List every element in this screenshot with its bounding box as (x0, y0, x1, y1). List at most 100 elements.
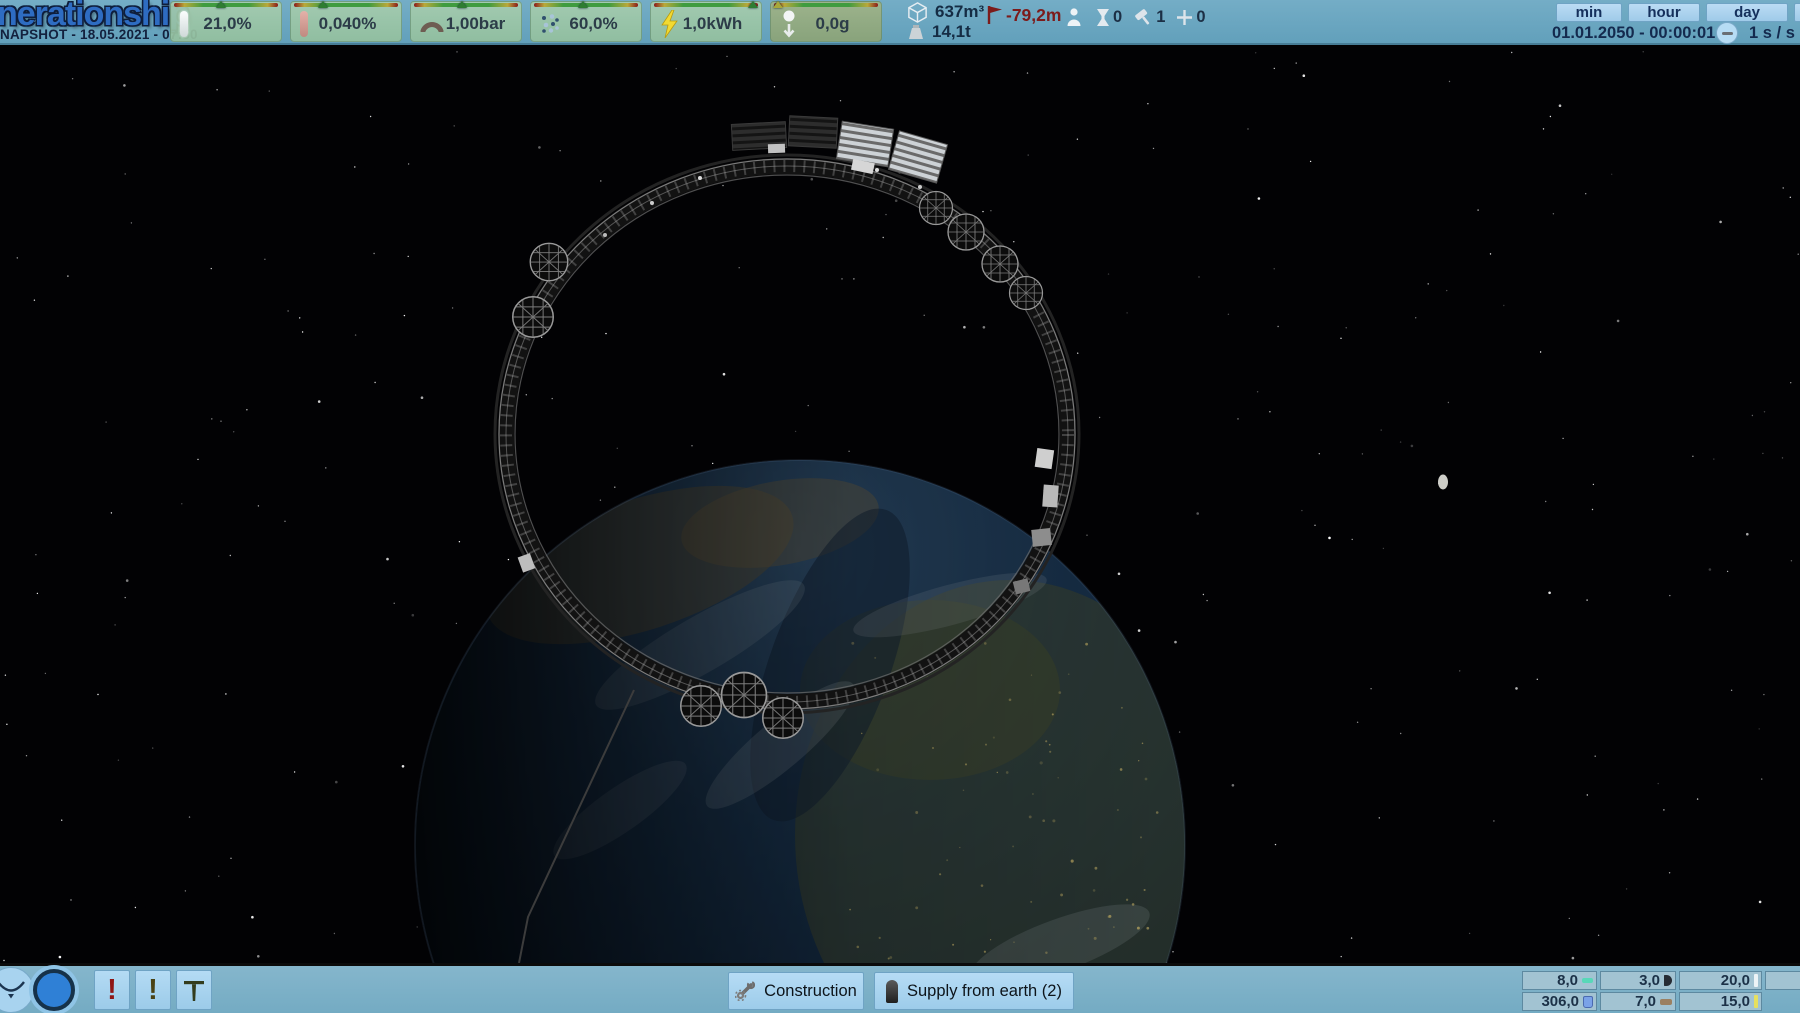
yellow-bar-icon (1754, 995, 1758, 1008)
ring-view-button[interactable] (33, 969, 75, 1011)
builders-count: 1 (1156, 8, 1165, 27)
hourglass-icon (1096, 8, 1110, 27)
critical-alert-button[interactable]: ! (94, 970, 130, 1010)
resource-soil-value: 7,0 (1635, 993, 1656, 1010)
life-support-tiles: 21,0% 0,040% 1,00bar (170, 1, 882, 42)
red-exclamation-icon: ! (107, 976, 117, 1005)
resource-seeds-value: 3,0 (1639, 972, 1660, 989)
platform-button[interactable] (176, 970, 212, 1010)
hammer-icon (1133, 8, 1153, 27)
table-icon (182, 977, 206, 1003)
alert-buttons: ! ! (94, 970, 212, 1010)
co2-tile[interactable]: 0,040% (290, 1, 402, 42)
resource-oxygen-value: 20,0 (1721, 972, 1750, 989)
game-screen: nerationship NAPSHOT - 18.05.2021 - 07:5… (0, 0, 1800, 1013)
gravity-range-bar (774, 3, 878, 7)
white-bar-icon (1754, 974, 1758, 987)
resource-panel: 8,0 3,0 20,0 306,0 7,0 15,0 (1522, 971, 1800, 1011)
co2-range-bar (294, 3, 398, 7)
gravity-value: 0,0g (798, 14, 867, 34)
time-scale-min-button[interactable]: min (1556, 3, 1622, 22)
resource-soil: 7,0 (1600, 992, 1676, 1011)
pressure-gauge-icon (420, 16, 444, 32)
energy-value: 1,0kWh (678, 14, 747, 34)
pressure-marker (457, 1, 467, 8)
humidity-range-bar (534, 3, 638, 7)
soil-bar-icon (1660, 999, 1672, 1005)
food-bar-icon (1582, 978, 1593, 983)
warning-alert-button[interactable]: ! (135, 970, 171, 1010)
supply-capsule-icon (886, 980, 898, 1003)
construction-tools-icon (735, 981, 755, 1001)
cargo-cube-icon (906, 1, 929, 24)
pressure-range-bar (414, 3, 518, 7)
cargo-volume-value: 637m³ (935, 2, 984, 22)
gravity-marker (773, 1, 783, 8)
pause-dash-icon (1722, 32, 1733, 35)
game-speed: 1 s / s (1749, 24, 1795, 43)
crew-stat-waiting: 0 (1096, 8, 1122, 27)
plus-icon (1176, 9, 1193, 26)
oxygen-tile[interactable]: 21,0% (170, 1, 282, 42)
pause-button[interactable] (1716, 22, 1738, 44)
gravity-tile[interactable]: 0,0g (770, 1, 882, 42)
crew-stats: 0 1 0 (1066, 7, 1206, 27)
pressure-tile[interactable]: 1,00bar (410, 1, 522, 42)
resource-oxygen-tank: 20,0 (1679, 971, 1762, 990)
co2-capsule-icon (300, 11, 308, 37)
supply-label: Supply from earth (2) (907, 982, 1062, 1001)
seed-icon (1664, 975, 1672, 986)
humidity-droplets-icon (540, 14, 560, 34)
energy-bolt-icon (660, 10, 678, 38)
cargo-stats: 637m³ 14,1t (906, 2, 984, 42)
energy-marker (748, 1, 758, 8)
cargo-mass-value: 14,1t (932, 22, 971, 42)
person-icon (1066, 7, 1082, 27)
humidity-marker (578, 1, 588, 8)
humidity-tile[interactable]: 60,0% (530, 1, 642, 42)
pressure-value: 1,00bar (444, 14, 507, 34)
humidity-value: 60,0% (560, 14, 627, 34)
energy-tile[interactable]: 1,0kWh (650, 1, 762, 42)
snapshot-version-label: NAPSHOT - 18.05.2021 - 07:50 (0, 27, 198, 42)
time-scale-month-button[interactable]: month (1794, 3, 1800, 22)
resource-fuel-value: 15,0 (1721, 993, 1750, 1010)
supply-from-earth-button[interactable]: Supply from earth (2) (874, 972, 1074, 1010)
resource-seeds: 3,0 (1600, 971, 1676, 990)
crew-stat-builders: 1 (1133, 8, 1165, 27)
oxygen-marker (216, 1, 226, 8)
cargo-weight-icon (906, 24, 926, 40)
orbit-arc-icon (0, 974, 28, 1006)
crew-stat-person (1066, 7, 1085, 27)
co2-marker (318, 1, 328, 8)
growth-count: 0 (1196, 8, 1205, 27)
energy-range-bar (654, 3, 758, 7)
olive-exclamation-icon: ! (148, 976, 158, 1005)
construction-label: Construction (764, 982, 857, 1001)
altitude-indicator: -79,2m (986, 4, 1061, 26)
moon (1438, 475, 1448, 490)
oxygen-range-bar (174, 3, 278, 7)
resource-food-value: 8,0 (1557, 972, 1578, 989)
gravity-ball-icon (780, 10, 798, 38)
crew-stat-growth: 0 (1176, 8, 1205, 27)
time-scale-day-button[interactable]: day (1706, 3, 1788, 22)
oxygen-value: 21,0% (188, 14, 267, 34)
resource-food: 8,0 (1522, 971, 1597, 990)
orbit-view-button[interactable] (0, 967, 34, 1013)
resource-water: 306,0 (1522, 992, 1597, 1011)
water-tank-icon (1583, 996, 1593, 1008)
cargo-volume-row: 637m³ (906, 2, 984, 22)
construction-button[interactable]: Construction (728, 972, 864, 1010)
space-viewport[interactable] (0, 45, 1800, 963)
game-datetime: 01.01.2050 - 00:00:01 (1552, 24, 1715, 43)
time-scale-hour-button[interactable]: hour (1628, 3, 1700, 22)
bottom-toolbar: ! ! Construction (0, 963, 1800, 1013)
co2-value: 0,040% (308, 14, 387, 34)
oxygen-capsule-icon (180, 11, 188, 37)
resource-fuel: 15,0 (1679, 992, 1762, 1011)
flag-icon (986, 4, 1004, 26)
top-status-bar: nerationship NAPSHOT - 18.05.2021 - 07:5… (0, 0, 1800, 45)
resource-water-value: 306,0 (1541, 993, 1579, 1010)
altitude-value: -79,2m (1006, 5, 1061, 26)
